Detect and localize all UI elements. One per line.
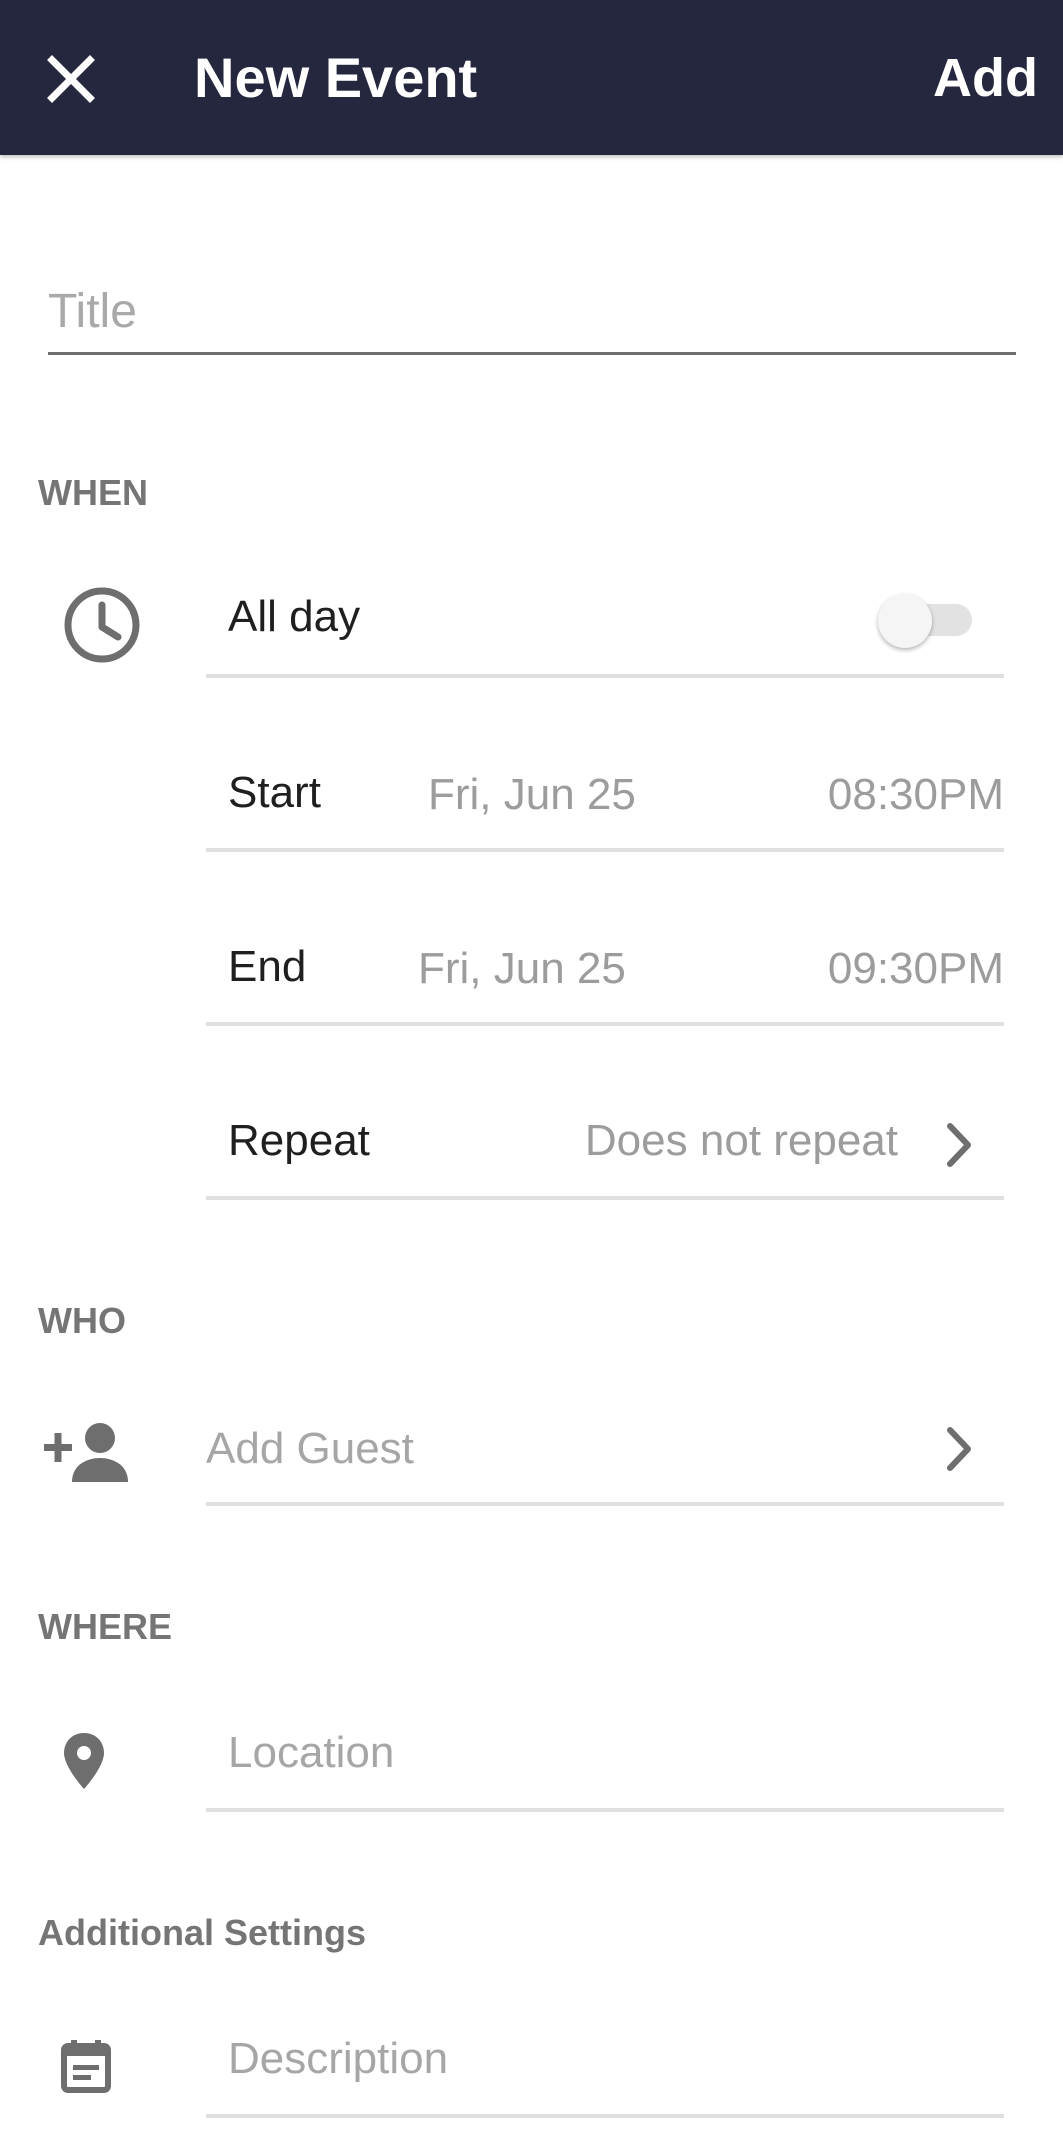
event-note-icon: [61, 2040, 111, 2093]
divider: [206, 848, 1004, 852]
where-section-label: WHERE: [38, 1606, 172, 1647]
divider: [206, 2114, 1004, 2118]
divider: [206, 1196, 1004, 1200]
chevron-right-icon: [947, 1123, 971, 1167]
repeat-row[interactable]: Repeat Does not repeat: [206, 1090, 1004, 1200]
start-row[interactable]: Start Fri, Jun 25 08:30PM: [206, 740, 1004, 850]
repeat-value: Does not repeat: [584, 1116, 898, 1165]
divider: [206, 674, 1004, 678]
page-title: New Event: [194, 46, 478, 109]
end-label: End: [228, 942, 307, 991]
start-label: Start: [228, 768, 321, 817]
app-bar: New Event Add: [0, 0, 1063, 155]
divider: [206, 1502, 1004, 1506]
description-placeholder: Description: [228, 2034, 449, 2083]
all-day-label: All day: [228, 592, 361, 641]
end-row[interactable]: End Fri, Jun 25 09:30PM: [206, 914, 1004, 1024]
add-guest-placeholder: Add Guest: [206, 1424, 414, 1473]
repeat-label: Repeat: [228, 1116, 370, 1165]
divider: [206, 1808, 1004, 1812]
location-placeholder: Location: [228, 1728, 395, 1777]
start-date[interactable]: Fri, Jun 25: [428, 770, 636, 820]
end-time[interactable]: 09:30PM: [828, 944, 1004, 994]
end-date[interactable]: Fri, Jun 25: [418, 944, 626, 994]
title-input[interactable]: [48, 270, 1016, 355]
divider: [206, 1022, 1004, 1026]
all-day-toggle[interactable]: [878, 590, 976, 648]
add-button[interactable]: Add: [933, 44, 1038, 112]
when-section-label: WHEN: [38, 472, 148, 513]
close-icon: [47, 55, 95, 103]
start-time[interactable]: 08:30PM: [828, 770, 1004, 820]
location-pin-icon: [64, 1733, 104, 1789]
clock-icon: [64, 587, 140, 663]
add-person-icon: [44, 1423, 128, 1482]
additional-settings-label: Additional Settings: [38, 1912, 366, 1953]
add-guest-row[interactable]: Add Guest: [206, 1400, 1004, 1506]
chevron-right-icon: [947, 1427, 971, 1471]
close-button[interactable]: [30, 38, 112, 120]
who-section-label: WHO: [38, 1300, 126, 1341]
toggle-knob: [878, 594, 932, 648]
location-row[interactable]: Location: [206, 1706, 1004, 1812]
description-row[interactable]: Description: [206, 2012, 1004, 2118]
